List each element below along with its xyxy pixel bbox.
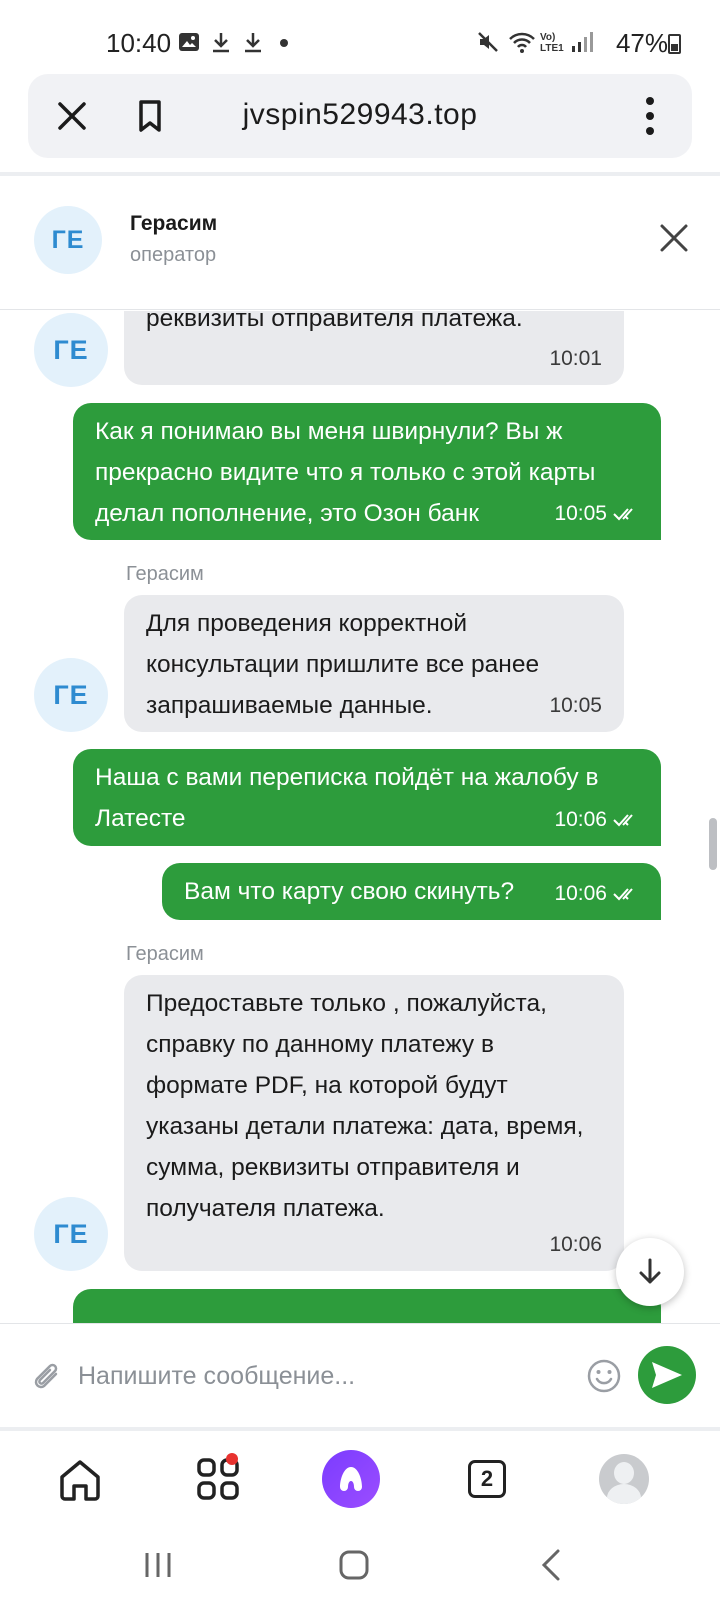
- outgoing-message: Вам что карту свою скинуть? 10:06: [162, 863, 661, 920]
- message-input[interactable]: [78, 1348, 568, 1404]
- battery-level: 47%: [615, 28, 668, 58]
- browser-url-bar: jvspin529943.top: [28, 74, 692, 158]
- nav-home[interactable]: [48, 1447, 112, 1511]
- incoming-message: реквизиты отправителя платежа. 10:01: [124, 311, 624, 385]
- system-nav: [0, 1531, 720, 1600]
- more-vert-icon[interactable]: [630, 94, 670, 138]
- nav-alice[interactable]: [319, 1447, 383, 1511]
- url-text[interactable]: jvspin529943.top: [28, 98, 692, 132]
- scroll-down-button[interactable]: [616, 1238, 684, 1306]
- read-checks-icon: [613, 888, 633, 901]
- home-icon: [60, 1460, 100, 1501]
- dot-icon: [280, 39, 288, 47]
- message-text: Как я понимаю вы меня швирнули? Вы ж пре…: [95, 418, 596, 527]
- message-input-bar: [0, 1323, 720, 1427]
- battery-icon: [668, 34, 681, 54]
- home-button-icon[interactable]: [334, 1545, 374, 1585]
- send-button[interactable]: [638, 1346, 696, 1404]
- sender-name: Герасим: [126, 943, 204, 965]
- recents-icon[interactable]: [138, 1545, 178, 1585]
- alice-icon: [322, 1450, 380, 1508]
- send-icon: [652, 1362, 682, 1388]
- emoji-icon[interactable]: [586, 1358, 622, 1394]
- message-text: реквизиты отправителя платежа.: [146, 311, 523, 332]
- incoming-message: Предоставьте только , пожалуйста, справк…: [124, 975, 624, 1271]
- message-text: Для проведения корректной консультации п…: [146, 610, 540, 719]
- message-avatar: ГЕ: [34, 313, 108, 387]
- status-time: 10:40: [106, 28, 172, 58]
- outgoing-message: [73, 1289, 661, 1323]
- outgoing-message: Наша с вами переписка пойдёт на жалобу в…: [73, 749, 661, 846]
- notification-dot: [226, 1453, 238, 1465]
- incoming-message: Для проведения корректной консультации п…: [124, 595, 624, 732]
- arrow-down-icon: [639, 1258, 661, 1284]
- operator-name: Герасим: [130, 212, 218, 235]
- operator-role: оператор: [130, 244, 217, 266]
- scrollbar[interactable]: [709, 818, 717, 870]
- back-icon[interactable]: [532, 1545, 572, 1585]
- tabs-icon: 2: [468, 1460, 506, 1498]
- chat-header: ГЕ Герасим оператор: [0, 176, 720, 310]
- read-checks-icon: [613, 508, 633, 521]
- network-label: Vo) LTE1: [540, 32, 564, 54]
- message-text: Вам что карту свою скинуть?: [184, 878, 515, 905]
- download-icon: [245, 33, 261, 53]
- read-checks-icon: [613, 814, 633, 827]
- wifi-icon: [509, 32, 535, 53]
- signal-icon: [572, 32, 593, 52]
- download-icon: [213, 33, 229, 53]
- message-time: 10:05: [554, 502, 639, 526]
- message-time: 10:05: [549, 694, 602, 717]
- message-avatar: ГЕ: [34, 1197, 108, 1271]
- close-chat-icon[interactable]: [656, 220, 692, 256]
- attach-icon[interactable]: [30, 1358, 64, 1396]
- app-nav: 2: [0, 1431, 720, 1531]
- operator-avatar: ГЕ: [34, 206, 102, 274]
- nav-tabs[interactable]: 2: [455, 1447, 519, 1511]
- sender-name: Герасим: [126, 563, 204, 585]
- mute-icon: [478, 32, 498, 52]
- message-time: 10:01: [549, 347, 602, 370]
- message-time: 10:06: [554, 808, 639, 832]
- gallery-icon: [179, 33, 199, 51]
- message-text: Наша с вами переписка пойдёт на жалобу в…: [95, 764, 599, 832]
- message-time: 10:06: [554, 882, 639, 906]
- message-avatar: ГЕ: [34, 658, 108, 732]
- outgoing-message: Как я понимаю вы меня швирнули? Вы ж пре…: [73, 403, 661, 540]
- nav-profile[interactable]: [592, 1447, 656, 1511]
- profile-icon: [599, 1454, 649, 1504]
- message-list[interactable]: ГЕ реквизиты отправителя платежа. 10:01 …: [0, 311, 720, 1323]
- nav-services[interactable]: [186, 1447, 250, 1511]
- message-time: 10:06: [549, 1233, 602, 1256]
- message-text: Предоставьте только , пожалуйста, справк…: [146, 990, 584, 1222]
